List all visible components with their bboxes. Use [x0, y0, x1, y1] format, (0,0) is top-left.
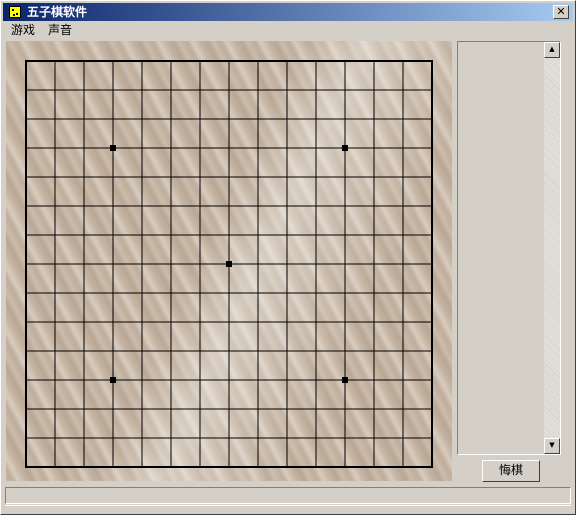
- star-point: [110, 377, 116, 383]
- star-point: [342, 377, 348, 383]
- undo-button[interactable]: 悔棋: [482, 460, 540, 482]
- app-icon: [9, 6, 21, 18]
- window-title: 五子棋软件: [27, 5, 88, 19]
- menu-sound[interactable]: 声音: [48, 23, 72, 38]
- vertical-scrollbar[interactable]: ▲ ▼: [544, 42, 560, 454]
- star-point: [342, 145, 348, 151]
- status-bar-divider: [5, 505, 571, 514]
- move-list[interactable]: ▲ ▼: [457, 41, 561, 455]
- scroll-down-button[interactable]: ▼: [544, 438, 560, 454]
- gomoku-board[interactable]: [6, 41, 452, 481]
- app-window: 五子棋软件 ✕ 游戏 声音 ▲ ▼ 悔棋: [0, 0, 576, 515]
- scroll-up-button[interactable]: ▲: [544, 42, 560, 58]
- star-point: [226, 261, 232, 267]
- close-button[interactable]: ✕: [553, 5, 569, 19]
- status-bar: [5, 487, 571, 504]
- title-bar[interactable]: 五子棋软件 ✕: [3, 3, 573, 21]
- star-point: [110, 145, 116, 151]
- menu-game[interactable]: 游戏: [11, 23, 35, 38]
- board-panel[interactable]: [6, 41, 452, 481]
- menu-bar: 游戏 声音: [3, 21, 573, 40]
